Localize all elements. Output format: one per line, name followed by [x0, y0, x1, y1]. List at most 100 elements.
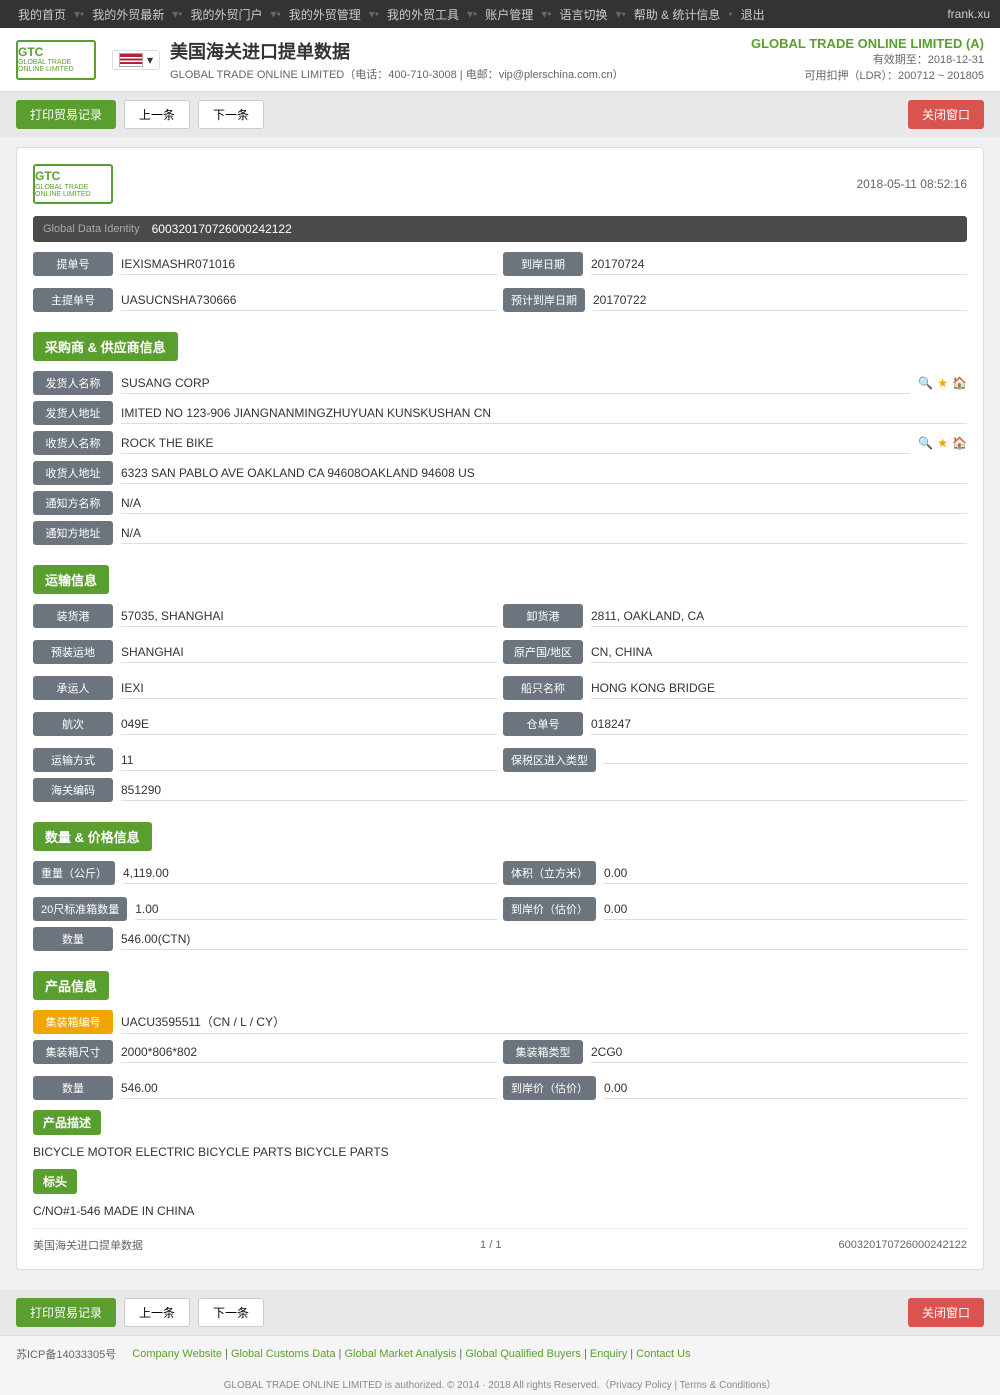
arrival-date-label: 到岸日期	[503, 252, 583, 276]
header-right: GLOBAL TRADE ONLINE LIMITED (A) 有效期至：201…	[751, 36, 984, 83]
quantity2-value: 546.00	[121, 1078, 497, 1099]
volume-label: 体积（立方米）	[503, 861, 596, 885]
footer-link-contact[interactable]: Contact Us	[636, 1348, 690, 1360]
container20-row: 20尺标准箱数量 1.00	[33, 897, 497, 921]
print-button-top[interactable]: 打印贸易记录	[16, 100, 116, 129]
shipper-name-value: SUSANG CORP	[121, 373, 910, 394]
bill-no-row: 提单号 IEXISMASHR071016	[33, 252, 497, 276]
master-bill-row: 主提单号 UASUCNSHA730666	[33, 288, 497, 312]
footer-link-market[interactable]: Global Market Analysis	[344, 1348, 456, 1360]
consignee-name-label: 收货人名称	[33, 431, 113, 455]
quantity-fields: 重量（公斤） 4,119.00 体积（立方米） 0.00 20尺标准箱数量 1.…	[33, 861, 967, 927]
nav-account[interactable]: 账户管理	[477, 6, 541, 23]
icp-number: 苏ICP备14033305号	[16, 1346, 116, 1362]
product-desc-value: BICYCLE MOTOR ELECTRIC BICYCLE PARTS BIC…	[33, 1145, 967, 1159]
notify-name-label: 通知方名称	[33, 491, 113, 515]
search-icon[interactable]: 🔍	[918, 376, 933, 390]
ftz-type-value	[604, 757, 967, 764]
bottom-toolbar: 打印贸易记录 上一条 下一条 关闭窗口	[0, 1290, 1000, 1335]
footer-link-enquiry[interactable]: Enquiry	[590, 1348, 627, 1360]
vessel-label: 船只名称	[503, 676, 583, 700]
discharge-port-value: 2811, OAKLAND, CA	[591, 606, 967, 627]
bill-no-label: 提单号	[33, 252, 113, 276]
nav-logout[interactable]: 退出	[733, 6, 773, 23]
arrival-date-row: 到岸日期 20170724	[503, 252, 967, 276]
close-button-top[interactable]: 关闭窗口	[908, 100, 984, 129]
quantity2-label: 数量	[33, 1076, 113, 1100]
hs-code-label: 海关编码	[33, 778, 113, 802]
notify-name-row: 通知方名称 N/A	[33, 491, 967, 515]
container-type-label: 集装箱类型	[503, 1040, 583, 1064]
nav-portal[interactable]: 我的外贸门户	[183, 6, 271, 23]
est-arrival-value: 20170722	[593, 290, 967, 311]
section-buyer-header: 采购商 & 供应商信息	[33, 332, 178, 361]
page-footer: 苏ICP备14033305号 Company Website | Global …	[0, 1335, 1000, 1372]
page-header: GTC GLOBAL TRADE ONLINE LIMITED ▾ 美国海关进口…	[0, 28, 1000, 92]
consignee-star-icon[interactable]: ★	[937, 436, 948, 450]
nav-home[interactable]: 我的首页	[10, 6, 74, 23]
est-arrival-label: 预计到岸日期	[503, 288, 585, 312]
consignee-search-icon[interactable]: 🔍	[918, 436, 933, 450]
card-logo-text: GTC	[35, 170, 111, 183]
close-button-bottom[interactable]: 关闭窗口	[908, 1298, 984, 1327]
shipper-addr-label: 发货人地址	[33, 401, 113, 425]
marks-row: 标头	[33, 1165, 967, 1198]
arrival-price-value: 0.00	[604, 899, 967, 920]
company-name: GLOBAL TRADE ONLINE LIMITED (A)	[751, 36, 984, 51]
flag-icon	[119, 53, 143, 67]
container-no-label: 仓单号	[503, 712, 583, 736]
footer-source: 美国海关进口提单数据	[33, 1237, 143, 1253]
quantity2-row: 数量 546.00	[33, 1076, 497, 1100]
card-header: GTC GLOBAL TRADE ONLINE LIMITED 2018-05-…	[33, 164, 967, 204]
prev-button-top[interactable]: 上一条	[124, 100, 190, 129]
ftz-type-row: 保税区进入类型	[503, 748, 967, 772]
arrival-price2-row: 到岸价（估价） 0.00	[503, 1076, 967, 1100]
container-no2-value: UACU3595511（CN / L / CY）	[121, 1010, 967, 1034]
container-no-value: 018247	[591, 714, 967, 735]
bill-fields: 提单号 IEXISMASHR071016 到岸日期 20170724 主提单号 …	[33, 252, 967, 318]
arrival-price-label: 到岸价（估价）	[503, 897, 596, 921]
transport-fields: 装货港 57035, SHANGHAI 卸货港 2811, OAKLAND, C…	[33, 604, 967, 778]
est-arrival-row: 预计到岸日期 20170722	[503, 288, 967, 312]
notify-addr-value: N/A	[121, 523, 967, 544]
notify-name-value: N/A	[121, 493, 967, 514]
origin-country-label: 原产国/地区	[503, 640, 583, 664]
transport-mode-value: 11	[121, 750, 497, 771]
nav-tools[interactable]: 我的外贸工具	[379, 6, 467, 23]
ldr-range: 可用扣押（LDR）：200712 ~ 201805	[751, 67, 984, 83]
footer-link-buyers[interactable]: Global Qualified Buyers	[465, 1348, 581, 1360]
arrival-price-row: 到岸价（估价） 0.00	[503, 897, 967, 921]
footer-link-company[interactable]: Company Website	[132, 1348, 222, 1360]
card-logo-sub: GLOBAL TRADE ONLINE LIMITED	[35, 184, 111, 198]
page-subtitle: GLOBAL TRADE ONLINE LIMITED（电话：400-710-3…	[170, 66, 751, 82]
footer-page: 1 / 1	[480, 1239, 501, 1251]
discharge-port-row: 卸货港 2811, OAKLAND, CA	[503, 604, 967, 628]
consignee-home-icon[interactable]: 🏠	[952, 436, 967, 450]
voyage-value: 049E	[121, 714, 497, 735]
footer-link-customs[interactable]: Global Customs Data	[231, 1348, 336, 1360]
voyage-label: 航次	[33, 712, 113, 736]
container-no-row: 仓单号 018247	[503, 712, 967, 736]
flag-dropdown-arrow: ▾	[147, 53, 153, 67]
star-icon[interactable]: ★	[937, 376, 948, 390]
container20-label: 20尺标准箱数量	[33, 897, 127, 921]
marks-label: 标头	[33, 1169, 77, 1194]
flag-selector[interactable]: ▾	[112, 50, 160, 70]
next-button-top[interactable]: 下一条	[198, 100, 264, 129]
arrival-price2-label: 到岸价（估价）	[503, 1076, 596, 1100]
print-button-bottom[interactable]: 打印贸易记录	[16, 1298, 116, 1327]
nav-manage[interactable]: 我的外贸管理	[281, 6, 369, 23]
shipper-addr-value: IMITED NO 123-906 JIANGNANMINGZHUYUAN KU…	[121, 403, 967, 424]
home-icon[interactable]: 🏠	[952, 376, 967, 390]
nav-lang[interactable]: 语言切换	[552, 6, 616, 23]
prev-button-bottom[interactable]: 上一条	[124, 1298, 190, 1327]
quantity-label: 数量	[33, 927, 113, 951]
origin-country-value: CN, CHINA	[591, 642, 967, 663]
site-logo: GTC GLOBAL TRADE ONLINE LIMITED	[16, 40, 96, 80]
section-product-header: 产品信息	[33, 971, 109, 1000]
arrival-date-value: 20170724	[591, 254, 967, 275]
next-button-bottom[interactable]: 下一条	[198, 1298, 264, 1327]
nav-news[interactable]: 我的外贸最新	[84, 6, 172, 23]
section-quantity-header: 数量 & 价格信息	[33, 822, 152, 851]
nav-help[interactable]: 帮助 & 统计信息	[626, 6, 729, 23]
